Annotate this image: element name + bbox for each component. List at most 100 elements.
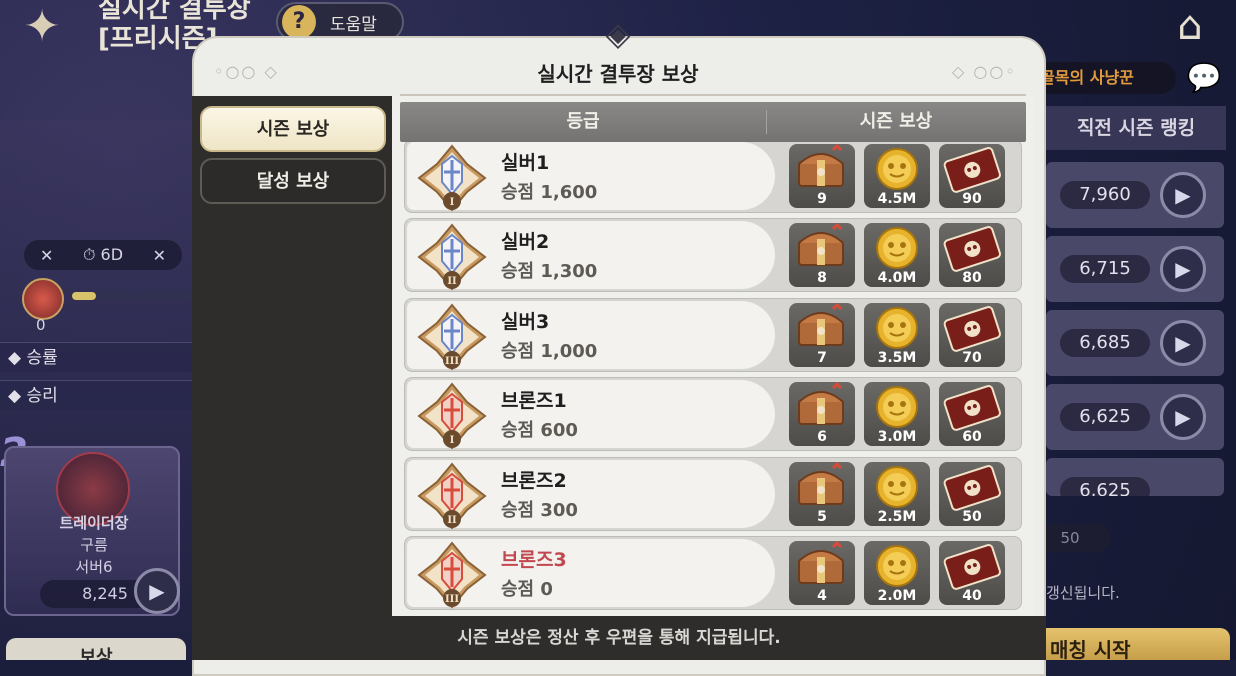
- column-header-tier: 등급: [566, 111, 600, 132]
- reward-item[interactable]: 3.0M: [864, 382, 930, 447]
- reward-amount: 4.0M: [877, 270, 917, 287]
- reward-item[interactable]: 6: [789, 382, 855, 447]
- tab-achievement-reward[interactable]: 달성 보상: [200, 158, 386, 204]
- ticket-icon: [939, 462, 1005, 516]
- column-header-reward: 시즌 보상: [859, 111, 933, 132]
- character-guild: 구름: [80, 536, 108, 554]
- modal-title: 실시간 결투장 보상: [537, 62, 699, 86]
- reward-item[interactable]: 7: [789, 302, 855, 367]
- match-start-button[interactable]: 매칭 시작: [1030, 628, 1230, 660]
- tier-cell: II 브론즈2 승점 300: [407, 459, 775, 530]
- svg-text:II: II: [447, 515, 457, 526]
- home-icon[interactable]: ⌂: [1160, 0, 1220, 52]
- timer-text: 6D: [100, 245, 124, 264]
- reward-amount: 3.0M: [877, 429, 917, 446]
- ranking-row[interactable]: 6,625: [1046, 458, 1224, 496]
- question-icon: ?: [282, 5, 316, 39]
- tier-points: 승점 1,300: [501, 261, 598, 283]
- silver-tier-emblem-icon: I: [417, 144, 487, 212]
- reward-amount: 8: [817, 270, 827, 287]
- svg-text:I: I: [450, 435, 455, 446]
- gold-coin-icon: [864, 223, 930, 277]
- reward-row[interactable]: III 브론즈3 승점 0 4 2.0M 40: [404, 536, 1022, 610]
- ranking-score: 6,685: [1060, 329, 1150, 357]
- svg-text:I: I: [450, 197, 455, 208]
- reward-amount: 9: [817, 191, 827, 207]
- reward-item[interactable]: 4.5M: [864, 144, 930, 208]
- reward-amount: 90: [962, 191, 982, 207]
- ranking-score: 6,625: [1060, 403, 1150, 431]
- reward-amount: 70: [962, 349, 982, 366]
- ranking-row[interactable]: 6,685 ▶: [1046, 310, 1224, 376]
- tier-points: 승점 1,000: [501, 340, 598, 362]
- stat-label: 승리: [26, 386, 58, 406]
- gold-coin-icon: [864, 144, 930, 198]
- ticket-icon: [939, 144, 1005, 198]
- chest-icon: [789, 382, 855, 436]
- reward-item[interactable]: 5: [789, 461, 855, 526]
- play-icon[interactable]: ▶: [1160, 394, 1206, 440]
- reward-item[interactable]: 4: [789, 540, 855, 605]
- reward-row[interactable]: II 실버2 승점 1,300 8 4.0M 80: [404, 218, 1022, 293]
- ranking-row[interactable]: 6,715 ▶: [1046, 236, 1224, 302]
- arena-logo-icon: ✦: [23, 1, 61, 52]
- reward-item[interactable]: 2.5M: [864, 461, 930, 526]
- reward-amount: 80: [962, 270, 982, 287]
- tier-points: 승점 600: [501, 420, 578, 442]
- reward-button[interactable]: 보상: [6, 638, 186, 660]
- reward-item[interactable]: 50: [939, 461, 1005, 526]
- tier-points: 승점 0: [501, 579, 553, 600]
- reward-item[interactable]: 8: [789, 223, 855, 288]
- reward-item[interactable]: 70: [939, 302, 1005, 367]
- reward-row[interactable]: I 브론즈1 승점 600 6 3.0M 60: [404, 377, 1022, 452]
- svg-text:III: III: [445, 356, 459, 367]
- reward-item[interactable]: 4.0M: [864, 223, 930, 288]
- reward-item[interactable]: 3.5M: [864, 302, 930, 367]
- tab-season-reward[interactable]: 시즌 보상: [200, 106, 386, 152]
- reward-amount: 2.0M: [877, 588, 917, 604]
- tier-cell: III 브론즈3 승점 0: [407, 539, 775, 609]
- character-name: 트레이더장: [59, 514, 129, 532]
- ticket-icon: [939, 303, 1005, 357]
- reward-amount: 4.5M: [877, 191, 917, 207]
- reward-amount: 40: [962, 588, 982, 604]
- tier-cell: II 실버2 승점 1,300: [407, 221, 775, 291]
- tier-name: 실버1: [501, 152, 550, 174]
- reward-amount: 3.5M: [877, 349, 917, 366]
- reward-item[interactable]: 40: [939, 541, 1005, 605]
- ranking-row[interactable]: 6,625 ▶: [1046, 384, 1224, 450]
- reward-rows[interactable]: I 실버1 승점 1,600 9 4.5M 90 II 실버2 승점 1,300 8 4.0M…: [400, 142, 1026, 610]
- reward-item[interactable]: 60: [939, 382, 1005, 447]
- reward-row[interactable]: II 브론즈2 승점 300 5 2.5M 50: [404, 456, 1022, 531]
- tier-cell: I 실버1 승점 1,600: [407, 142, 775, 212]
- stat-wins: ◆ 승리: [0, 380, 196, 410]
- chest-icon: [789, 302, 855, 357]
- rank-progress-fill: [72, 292, 96, 300]
- play-icon[interactable]: ▶: [1160, 172, 1206, 218]
- chest-icon: [789, 223, 855, 277]
- play-icon[interactable]: ▶: [1160, 246, 1206, 292]
- reward-item[interactable]: 80: [939, 223, 1005, 288]
- tier-points: 승점 300: [501, 499, 578, 521]
- tier-name: 브론즈3: [501, 549, 567, 571]
- tier-name: 브론즈1: [501, 390, 567, 413]
- ticket-icon: [939, 541, 1005, 595]
- gold-coin-icon: [864, 541, 930, 595]
- tier-name: 브론즈2: [501, 469, 567, 492]
- chest-icon: [789, 540, 855, 595]
- tier-name: 실버3: [501, 310, 550, 333]
- reward-item[interactable]: 90: [939, 144, 1005, 208]
- ranking-score: 6,715: [1060, 255, 1150, 283]
- stat-label: 승률: [26, 348, 58, 368]
- season-timer: ✕ ⏱ 6D ✕: [24, 240, 182, 270]
- silver-tier-emblem-icon: III: [417, 303, 487, 371]
- ranking-row[interactable]: 7,960 ▶: [1046, 162, 1224, 228]
- reward-item[interactable]: 2.0M: [864, 541, 930, 605]
- reward-item[interactable]: 9: [789, 143, 855, 208]
- replay-play-icon[interactable]: ▶: [134, 568, 180, 614]
- footer-note: 시즌 보상은 정산 후 우편을 통해 지급됩니다.: [192, 616, 1046, 660]
- reward-row[interactable]: I 실버1 승점 1,600 9 4.5M 90: [404, 142, 1022, 213]
- reward-row[interactable]: III 실버3 승점 1,000 7 3.5M 70: [404, 297, 1022, 372]
- screen-title-text: 실시간 결투장: [98, 0, 251, 24]
- play-icon[interactable]: ▶: [1160, 320, 1206, 366]
